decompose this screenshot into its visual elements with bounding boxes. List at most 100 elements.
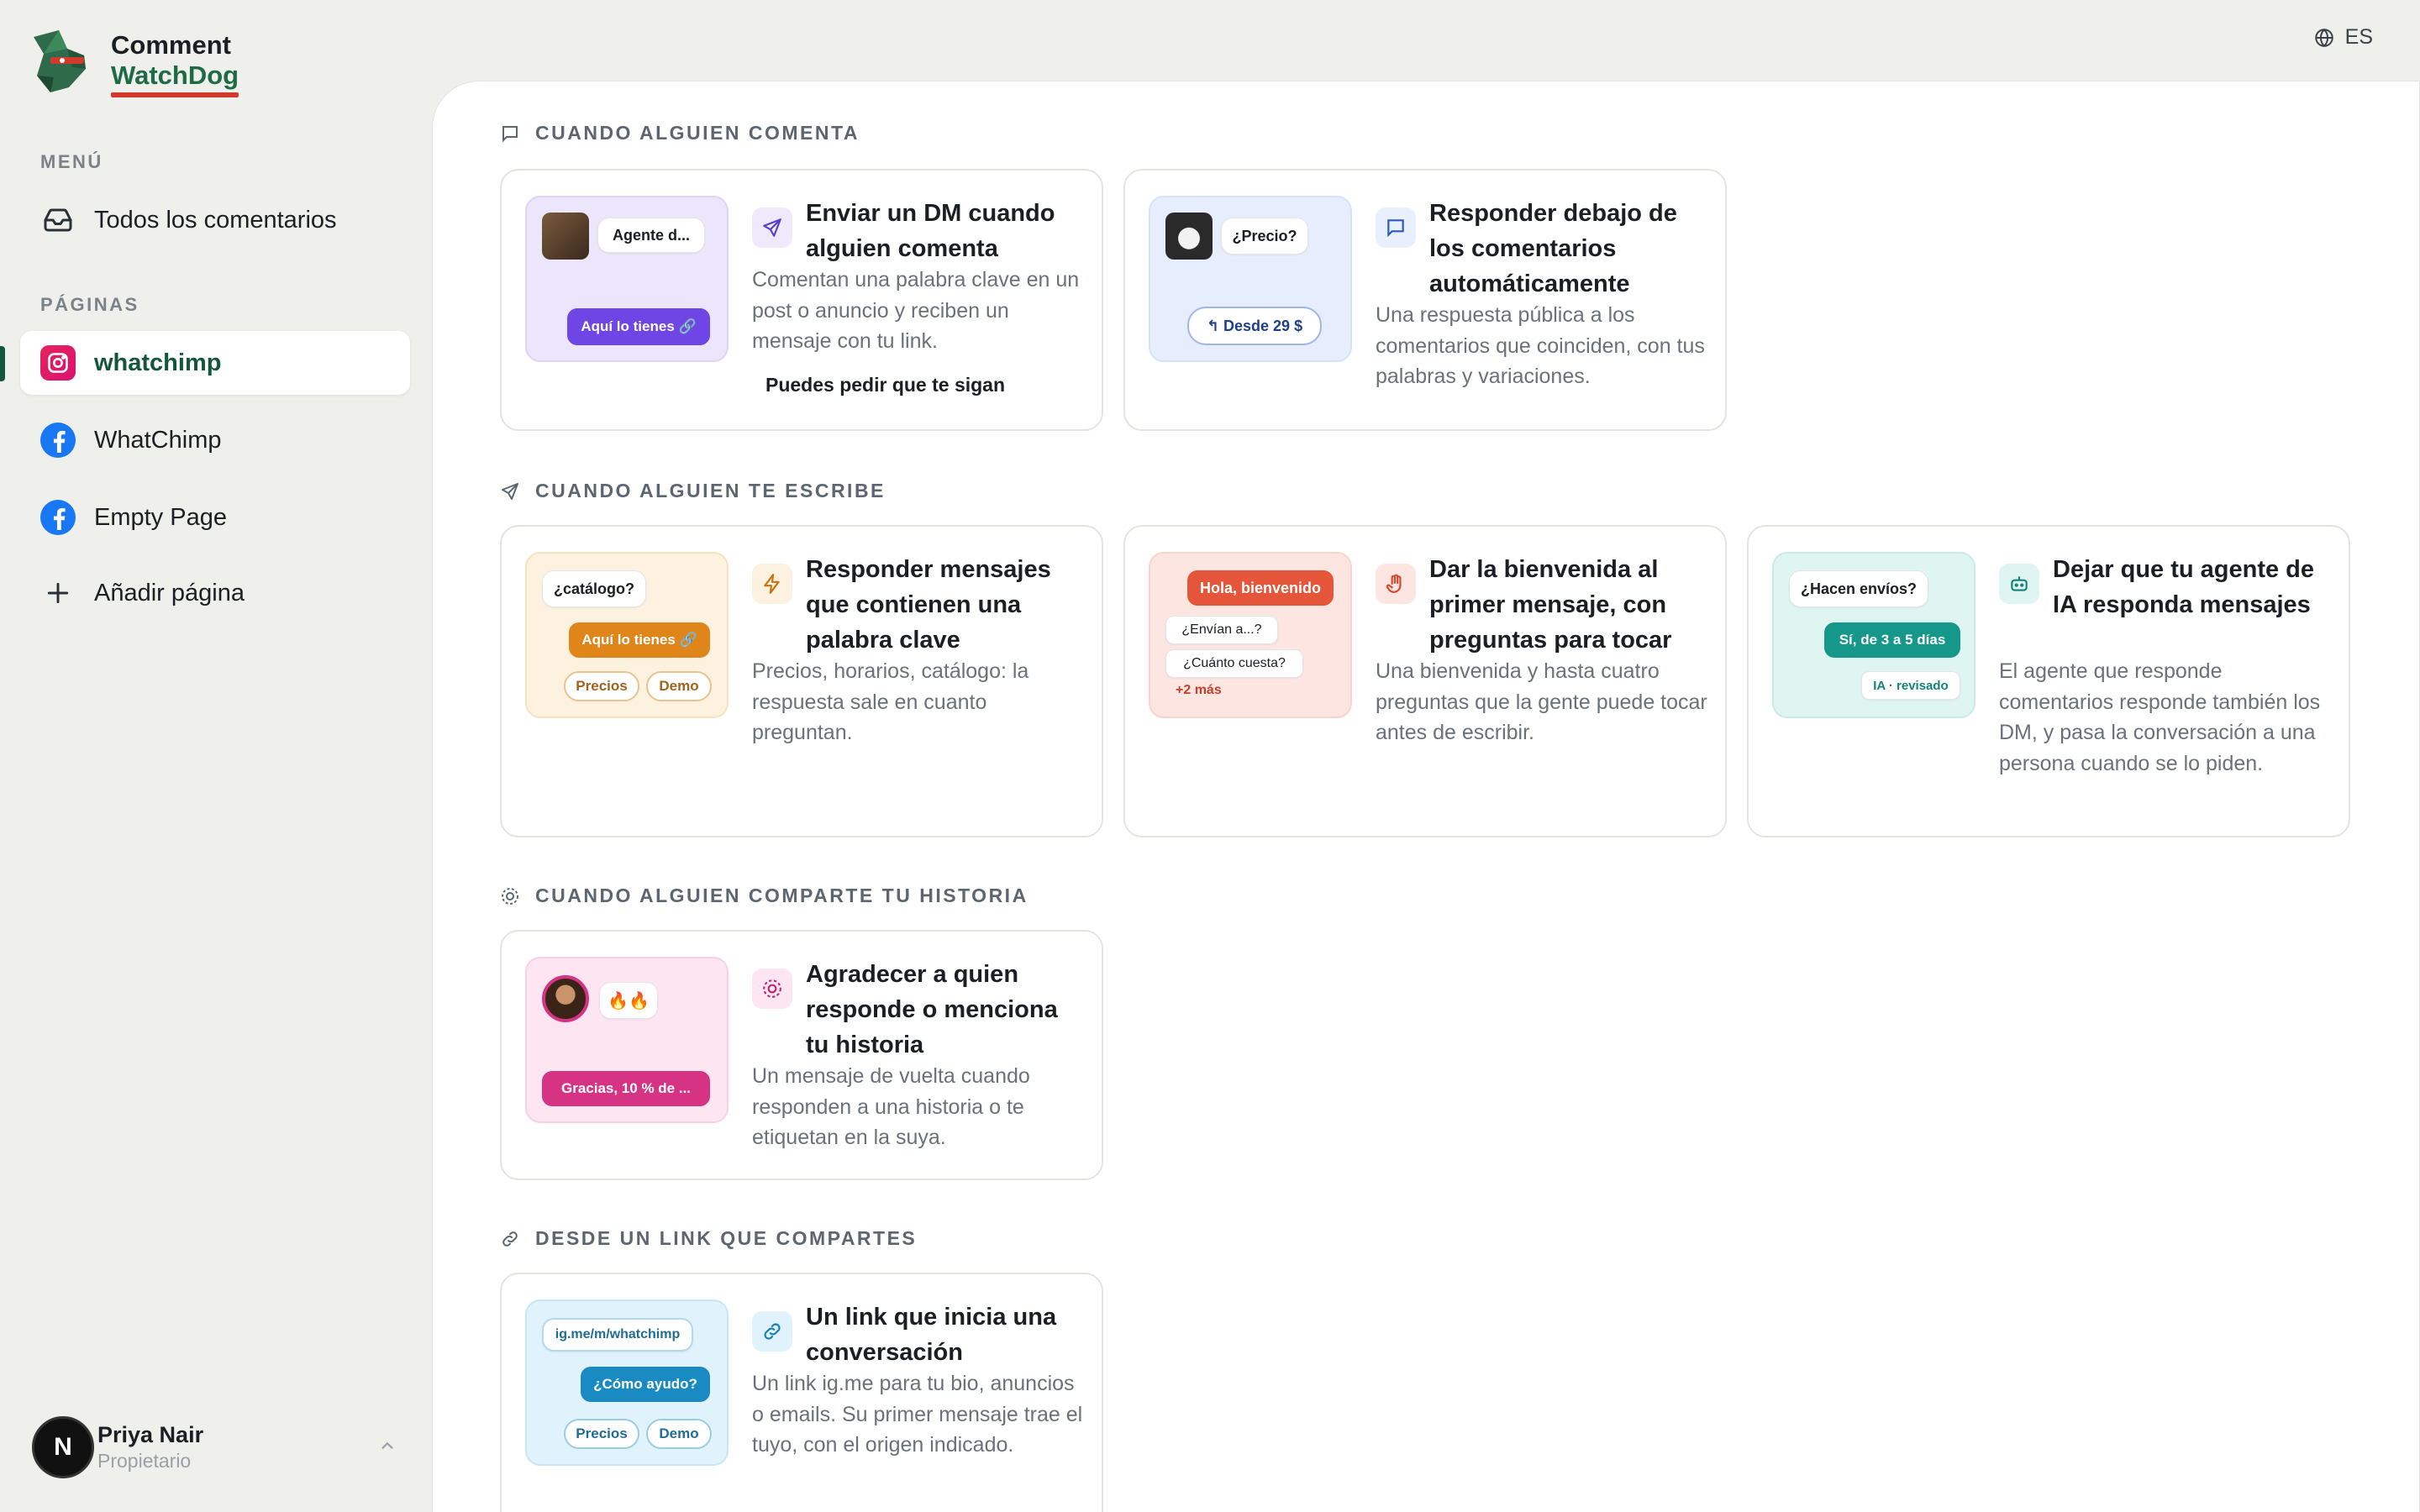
- comment-icon: [502, 125, 518, 142]
- chat-bubble: Agente d...: [597, 218, 705, 253]
- automation-card-ai-agent[interactable]: ¿Hacen envíos? Sí, de 3 a 5 días IA · re…: [1747, 525, 2350, 837]
- sidebar: Comment WatchDog MENÚ Todos los comentar…: [0, 0, 430, 1512]
- hand-icon: [1376, 564, 1416, 604]
- quick-reply-chip: Demo: [646, 671, 712, 701]
- sidebar-item-whatchimp-instagram[interactable]: whatchimp: [20, 331, 410, 395]
- chevron-up-icon[interactable]: [378, 1436, 397, 1459]
- watchdog-logo-icon: [34, 30, 86, 92]
- link-icon: [752, 1311, 792, 1352]
- sidebar-item-label: WhatChimp: [94, 426, 222, 454]
- ig-link-preview: ig.me/m/whatchimp: [542, 1318, 693, 1352]
- card-preview: ¿Precio? ↰ Desde 29 $: [1149, 196, 1352, 362]
- sidebar-item-label: Empty Page: [94, 503, 227, 531]
- card-description: Un link ig.me para tu bio, anuncios o em…: [752, 1372, 1083, 1457]
- card-preview: ¿catálogo? Aquí lo tienes 🔗 Precios Demo: [525, 552, 729, 718]
- automation-card-dm-on-comment[interactable]: Agente d... Aquí lo tienes 🔗 Enviar un D…: [500, 169, 1103, 431]
- section-title: CUANDO ALGUIEN TE ESCRIBE: [500, 480, 886, 502]
- public-reply-preview: ↰ Desde 29 $: [1187, 307, 1322, 345]
- automation-card-public-reply[interactable]: ¿Precio? ↰ Desde 29 $ Responder debajo d…: [1123, 169, 1727, 431]
- card-note: Puedes pedir que te sigan: [765, 374, 1006, 396]
- sidebar-item-all-comments[interactable]: Todos los comentarios: [20, 188, 410, 252]
- link-icon: 🔗: [679, 632, 697, 648]
- link-icon: [502, 1231, 518, 1247]
- language-code: ES: [2344, 25, 2373, 49]
- bot-icon: [1999, 564, 2039, 604]
- send-icon: [752, 207, 792, 248]
- reply-arrow-icon: ↰: [1206, 317, 1224, 334]
- active-indicator: [0, 346, 5, 381]
- sidebar-item-empty-page[interactable]: Empty Page: [20, 486, 410, 549]
- card-description: Un mensaje de vuelta cuando responden a …: [752, 1064, 1030, 1149]
- brand-line1: Comment: [111, 30, 231, 60]
- user-menu[interactable]: N Priya Nair Propietario: [32, 1416, 402, 1478]
- card-title: Enviar un DM cuando alguien comenta: [806, 200, 1055, 262]
- card-preview: ig.me/m/whatchimp ¿Cómo ayudo? Precios D…: [525, 1299, 729, 1466]
- automation-card-ig-link[interactable]: ig.me/m/whatchimp ¿Cómo ayudo? Precios D…: [500, 1273, 1103, 1512]
- post-thumbnail: [542, 213, 589, 260]
- card-preview: Hola, bienvenido ¿Envían a...? ¿Cuánto c…: [1149, 552, 1352, 718]
- bolt-icon: [752, 564, 792, 604]
- automation-card-story-thanks[interactable]: 🔥🔥 Gracias, 10 % de ... Agradecer a quie…: [500, 930, 1103, 1180]
- add-page-button[interactable]: Añadir página: [20, 561, 410, 625]
- story-reaction: 🔥🔥: [599, 982, 658, 1019]
- instagram-icon: [40, 345, 76, 381]
- section-title: DESDE UN LINK QUE COMPARTES: [500, 1227, 917, 1250]
- facebook-icon: [40, 500, 76, 535]
- opening-message-preview: ¿Cómo ayudo?: [581, 1367, 710, 1402]
- welcome-bubble: Hola, bienvenido: [1187, 570, 1334, 606]
- facebook-icon: [40, 423, 76, 458]
- user-name: Priya Nair: [97, 1422, 204, 1447]
- quick-reply-chip: Demo: [646, 1419, 712, 1449]
- language-switcher[interactable]: ES: [2313, 25, 2373, 50]
- quick-reply-chip: Precios: [564, 1419, 639, 1449]
- quick-reply-chip: Precios: [564, 671, 639, 701]
- add-page-label: Añadir página: [94, 579, 245, 606]
- card-description: Precios, horarios, catálogo: la respuest…: [752, 659, 1029, 744]
- send-icon: [502, 482, 518, 500]
- chat-bubble: ¿catálogo?: [542, 570, 646, 607]
- ai-reviewed-tag: IA · revisado: [1861, 671, 1960, 700]
- automation-card-keyword-reply[interactable]: ¿catálogo? Aquí lo tienes 🔗 Precios Demo…: [500, 525, 1103, 837]
- section-title: CUANDO ALGUIEN COMENTA: [500, 122, 860, 144]
- globe-icon: [2314, 28, 2333, 47]
- story-avatar: [542, 975, 589, 1022]
- ai-answer-bubble: Sí, de 3 a 5 días: [1824, 622, 1960, 658]
- card-preview: 🔥🔥 Gracias, 10 % de ...: [525, 957, 729, 1123]
- menu-heading: MENÚ: [40, 151, 103, 172]
- chat-bubble: ¿Hacen envíos?: [1789, 570, 1928, 607]
- sidebar-item-whatchimp-facebook[interactable]: WhatChimp: [20, 408, 410, 472]
- more-questions: +2 más: [1176, 683, 1222, 697]
- card-preview: ¿Hacen envíos? Sí, de 3 a 5 días IA · re…: [1772, 552, 1975, 718]
- link-icon: 🔗: [678, 318, 697, 334]
- story-icon: [502, 887, 518, 905]
- chat-bubble: ¿Precio?: [1221, 218, 1308, 255]
- pages-heading: PÁGINAS: [40, 294, 139, 315]
- inbox-icon: [40, 202, 76, 238]
- brand-line2: WatchDog: [111, 60, 239, 97]
- card-description: Una respuesta pública a los comentarios …: [1376, 303, 1705, 388]
- section-title: CUANDO ALGUIEN COMPARTE TU HISTORIA: [500, 885, 1028, 907]
- plus-icon: [40, 575, 76, 611]
- card-preview: Agente d... Aquí lo tienes 🔗: [525, 196, 729, 362]
- card-title: Agradecer a quien responde o menciona tu…: [806, 961, 1058, 1058]
- sidebar-item-label: whatchimp: [94, 349, 222, 376]
- card-title: Un link que inicia una conversación: [806, 1304, 1057, 1366]
- brand[interactable]: Comment WatchDog: [25, 25, 239, 97]
- main-panel: CUANDO ALGUIEN COMENTA Agente d... Aquí …: [432, 81, 2420, 1512]
- card-title: Responder mensajes que contienen una pal…: [806, 556, 1051, 654]
- thanks-message-preview: Gracias, 10 % de ...: [542, 1071, 710, 1106]
- sidebar-item-label: Todos los comentarios: [94, 206, 337, 234]
- story-icon: [752, 969, 792, 1009]
- post-thumbnail: [1165, 213, 1213, 260]
- card-title: Responder debajo de los comentarios auto…: [1429, 200, 1677, 297]
- card-description: Una bienvenida y hasta cuatro preguntas …: [1376, 659, 1707, 744]
- card-title: Dejar que tu agente de IA responda mensa…: [2053, 556, 2315, 618]
- card-description: Comentan una palabra clave en un post o …: [752, 268, 1080, 353]
- automation-card-welcome[interactable]: Hola, bienvenido ¿Envían a...? ¿Cuánto c…: [1123, 525, 1727, 837]
- avatar: N: [32, 1416, 94, 1478]
- reply-button-preview: Aquí lo tienes 🔗: [567, 308, 710, 345]
- question-chip: ¿Envían a...?: [1165, 616, 1278, 644]
- card-title: Dar la bienvenida al primer mensaje, con…: [1429, 556, 1672, 654]
- reply-button-preview: Aquí lo tienes 🔗: [569, 622, 710, 658]
- reply-comment-icon: [1376, 207, 1416, 248]
